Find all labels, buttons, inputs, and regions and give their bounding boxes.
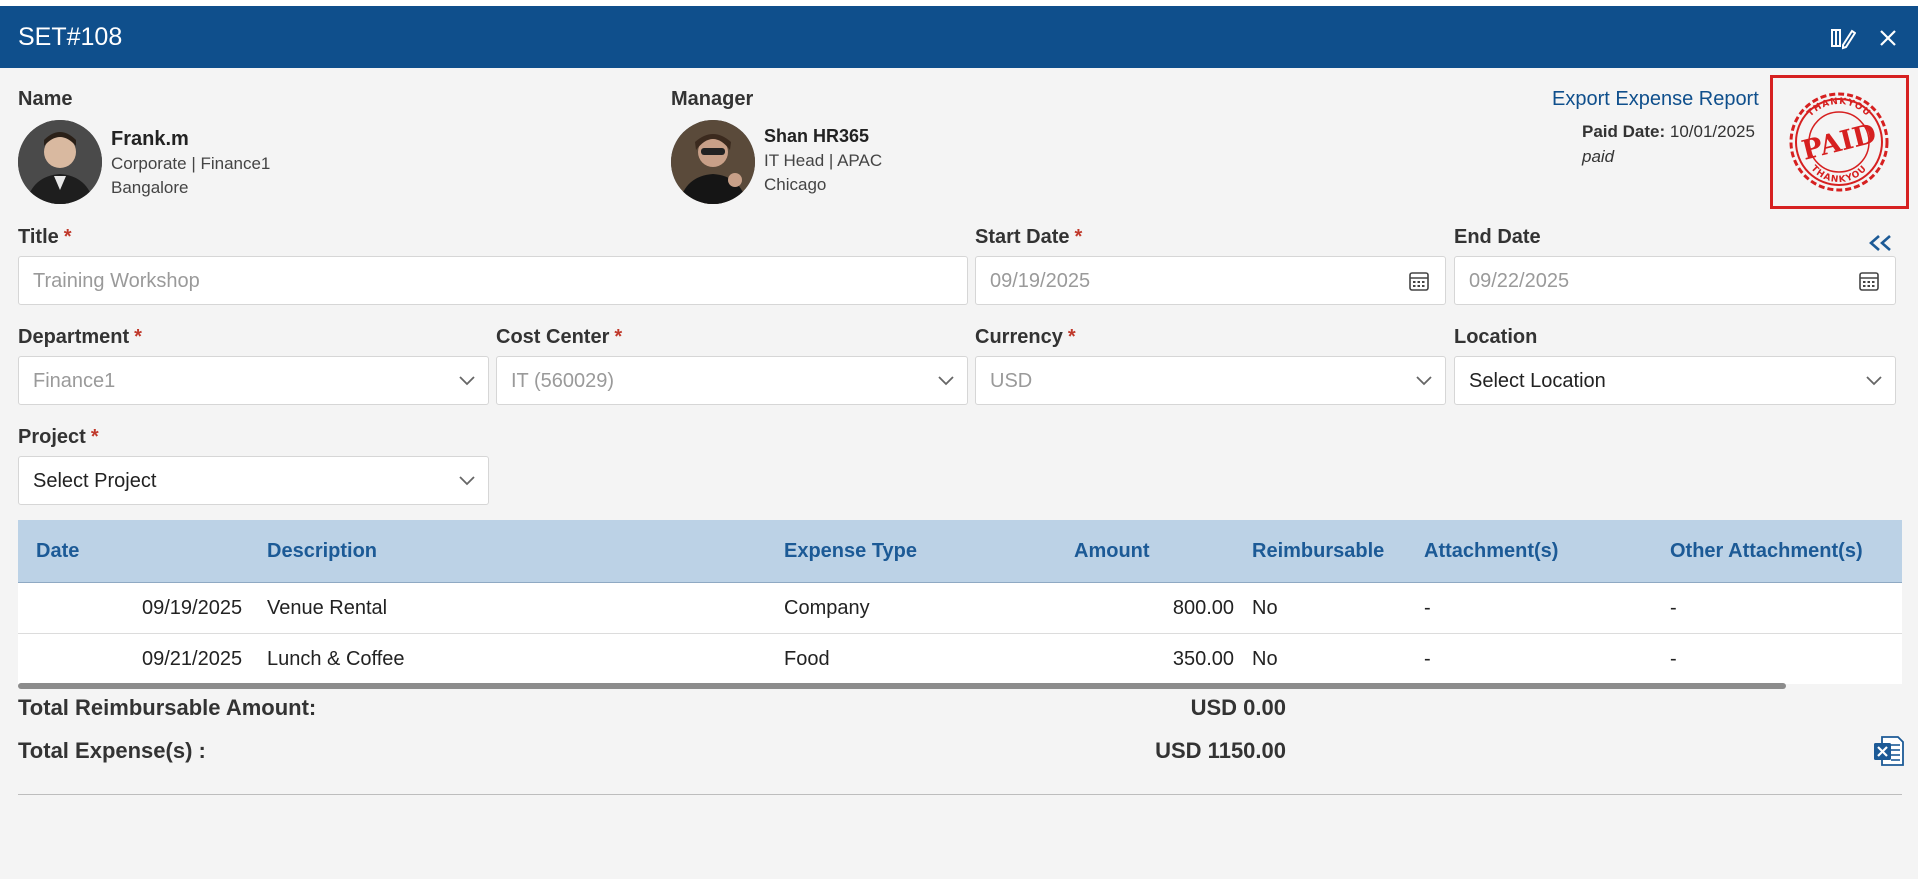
- calendar-icon[interactable]: [1857, 269, 1881, 293]
- table-row[interactable]: 09/21/2025 Lunch & Coffee Food 350.00 No…: [18, 634, 1902, 684]
- row-expense-type: Company: [784, 597, 870, 619]
- manager-role: IT Head | APAC: [764, 151, 883, 170]
- start-date-value: 09/19/2025: [990, 270, 1091, 292]
- stamp-ring-bottom: THANKYOU: [1809, 164, 1869, 186]
- employee-label: Name: [18, 88, 73, 110]
- row-amount: 800.00: [1172, 597, 1234, 619]
- paid-stamp: THANKYOU THANKYOU PAID: [1770, 75, 1909, 209]
- column-header-amount[interactable]: Amount: [1074, 540, 1150, 563]
- column-header-reimbursable[interactable]: Reimbursable: [1252, 540, 1384, 563]
- row-other-attachments: -: [1670, 648, 1677, 670]
- currency-value: USD: [990, 370, 1033, 392]
- location-select[interactable]: Select Location: [1454, 356, 1896, 405]
- dialog-title: SET#108: [18, 23, 123, 51]
- table-header: Date Description Expense Type Amount Rei…: [18, 520, 1902, 583]
- column-header-other-attachments[interactable]: Other Attachment(s): [1670, 540, 1863, 563]
- row-expense-type: Food: [784, 648, 830, 670]
- manager-city: Chicago: [764, 175, 827, 194]
- close-icon[interactable]: [1875, 25, 1901, 51]
- project-value: Select Project: [33, 470, 157, 492]
- table-horizontal-scrollbar[interactable]: [18, 683, 1786, 689]
- employee-avatar: [18, 120, 102, 204]
- row-description: Venue Rental: [267, 597, 388, 619]
- location-label: Location: [1454, 326, 1538, 348]
- column-header-date[interactable]: Date: [36, 540, 79, 563]
- currency-label: Currency *: [975, 326, 1076, 348]
- paid-date-value: 10/01/2025: [1669, 122, 1755, 141]
- location-value: Select Location: [1469, 370, 1606, 392]
- total-expenses-label: Total Expense(s) :: [18, 738, 206, 763]
- paid-status: paid: [1582, 147, 1615, 166]
- manager-name: Shan HR365: [764, 126, 870, 146]
- currency-select[interactable]: USD: [975, 356, 1446, 405]
- row-attachments: -: [1424, 597, 1431, 619]
- column-header-attachments[interactable]: Attachment(s): [1424, 540, 1558, 563]
- row-description: Lunch & Coffee: [267, 648, 405, 670]
- end-date-input[interactable]: 09/22/2025: [1454, 256, 1896, 305]
- chevron-down-icon: [1416, 376, 1432, 386]
- chevron-down-icon: [938, 376, 954, 386]
- manager-avatar: [671, 120, 755, 204]
- project-label: Project *: [18, 426, 99, 448]
- calendar-icon[interactable]: [1407, 269, 1431, 293]
- title-label: Title *: [18, 226, 72, 248]
- department-value: Finance1: [33, 370, 116, 392]
- document-sign-icon[interactable]: [1830, 25, 1857, 51]
- row-date: 09/19/2025: [142, 597, 243, 619]
- cost-center-select[interactable]: IT (560029): [496, 356, 968, 405]
- manager-label: Manager: [671, 88, 754, 110]
- row-reimbursable: No: [1252, 597, 1278, 619]
- chevron-down-icon: [1866, 376, 1882, 386]
- svg-text:THANKYOU: THANKYOU: [1809, 164, 1870, 186]
- excel-export-icon[interactable]: [1872, 734, 1906, 768]
- employee-role: Corporate | Finance1: [111, 154, 271, 173]
- column-header-expense-type[interactable]: Expense Type: [784, 540, 917, 563]
- end-date-label: End Date: [1454, 226, 1541, 248]
- end-date-value: 09/22/2025: [1469, 270, 1570, 292]
- total-expenses-value: USD 1150.00: [1155, 738, 1286, 763]
- project-select[interactable]: Select Project: [18, 456, 489, 505]
- table-row[interactable]: 09/19/2025 Venue Rental Company 800.00 N…: [18, 583, 1902, 633]
- chevron-down-icon: [459, 376, 475, 386]
- paid-date: Paid Date: 10/01/2025: [1582, 122, 1755, 142]
- dialog-header: SET#108: [0, 6, 1918, 68]
- start-date-input[interactable]: 09/19/2025: [975, 256, 1446, 305]
- paid-date-label: Paid Date:: [1582, 122, 1666, 141]
- row-other-attachments: -: [1670, 597, 1677, 619]
- export-expense-report-link[interactable]: Export Expense Report: [1552, 88, 1759, 111]
- footer-divider: [18, 794, 1902, 795]
- row-amount: 350.00: [1172, 648, 1234, 670]
- title-value: Training Workshop: [33, 270, 200, 292]
- column-header-description[interactable]: Description: [267, 540, 377, 563]
- row-reimbursable: No: [1252, 648, 1278, 670]
- row-attachments: -: [1424, 648, 1431, 670]
- stamp-text: PAID: [1799, 118, 1880, 166]
- total-reimbursable-value: USD 0.00: [1190, 695, 1286, 720]
- department-select[interactable]: Finance1: [18, 356, 489, 405]
- start-date-label: Start Date *: [975, 226, 1083, 248]
- employee-city: Bangalore: [111, 178, 189, 197]
- paid-stamp-icon: THANKYOU THANKYOU PAID: [1789, 92, 1889, 192]
- employee-name: Frank.m: [111, 128, 189, 150]
- title-input[interactable]: Training Workshop: [18, 256, 968, 305]
- collapse-chevrons-icon[interactable]: [1866, 232, 1894, 254]
- expense-report-dialog: SET#108 Name Frank.m Corporate | Finance…: [0, 6, 1918, 879]
- total-reimbursable-label: Total Reimbursable Amount:: [18, 695, 317, 720]
- cost-center-label: Cost Center *: [496, 326, 623, 348]
- row-date: 09/21/2025: [142, 648, 243, 670]
- chevron-down-icon: [459, 476, 475, 486]
- cost-center-value: IT (560029): [511, 370, 615, 392]
- department-label: Department *: [18, 326, 142, 348]
